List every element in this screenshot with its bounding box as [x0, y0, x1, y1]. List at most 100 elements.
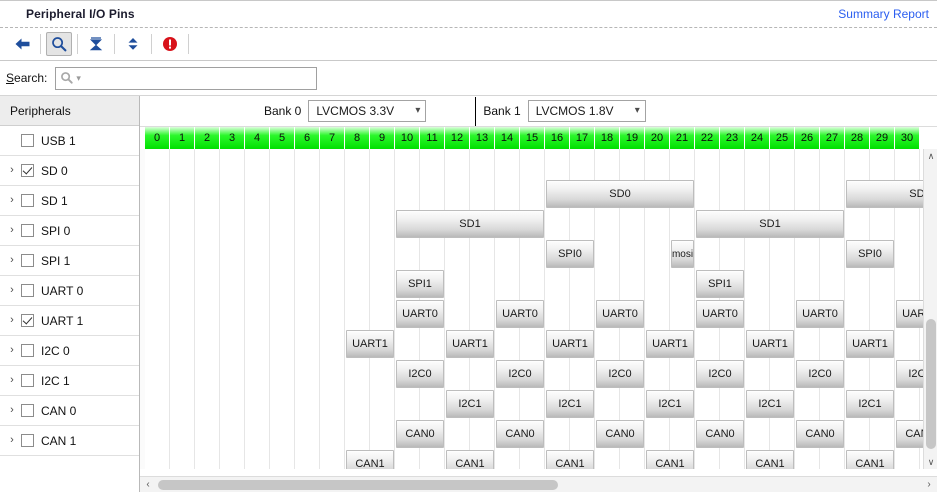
- grid-cell[interactable]: [420, 149, 445, 179]
- grid-cell[interactable]: [745, 239, 770, 269]
- pin-number-cell[interactable]: 24: [745, 127, 770, 149]
- grid-cell[interactable]: [245, 299, 270, 329]
- pin-number-cell[interactable]: 28: [845, 127, 870, 149]
- grid-cell[interactable]: [570, 269, 595, 299]
- grid-cell[interactable]: [270, 389, 295, 419]
- pin-number-cell[interactable]: 21: [670, 127, 695, 149]
- grid-cell[interactable]: [520, 329, 545, 359]
- grid-cell[interactable]: [795, 149, 820, 179]
- grid-cell[interactable]: [795, 389, 820, 419]
- vertical-scroll-thumb[interactable]: [926, 319, 936, 449]
- grid-cell[interactable]: [495, 269, 520, 299]
- sidebar-item-sd-0[interactable]: › SD 0: [0, 156, 139, 186]
- grid-cell[interactable]: [370, 209, 395, 239]
- pin-number-cell[interactable]: 23: [720, 127, 745, 149]
- expand-arrow-icon[interactable]: ›: [6, 285, 18, 296]
- grid-cell[interactable]: [395, 239, 420, 269]
- pin-number-cell[interactable]: 16: [545, 127, 570, 149]
- grid-cell[interactable]: [295, 329, 320, 359]
- sidebar-item-can-1[interactable]: › CAN 1: [0, 426, 139, 456]
- grid-cell[interactable]: [320, 269, 345, 299]
- grid-cell[interactable]: [320, 209, 345, 239]
- grid-cell[interactable]: [295, 209, 320, 239]
- search-box[interactable]: ▾: [55, 66, 318, 90]
- grid-cell[interactable]: [195, 329, 220, 359]
- pin-number-cell[interactable]: 15: [520, 127, 545, 149]
- grid-cell[interactable]: [820, 239, 845, 269]
- grid-cell[interactable]: [795, 449, 820, 469]
- grid-cell[interactable]: [195, 359, 220, 389]
- summary-report-link[interactable]: Summary Report: [838, 7, 929, 21]
- pin-number-cell[interactable]: 17: [570, 127, 595, 149]
- pin-block-can1[interactable]: CAN1: [646, 450, 694, 469]
- grid-cell[interactable]: [295, 359, 320, 389]
- pin-block-i2c0[interactable]: I2C0: [496, 360, 544, 388]
- grid-cell[interactable]: [220, 329, 245, 359]
- pin-number-cell[interactable]: 14: [495, 127, 520, 149]
- grid-cell[interactable]: [470, 359, 495, 389]
- pin-block-can0[interactable]: CAN0: [696, 420, 744, 448]
- pin-number-cell[interactable]: 4: [245, 127, 270, 149]
- expand-arrow-icon[interactable]: ›: [6, 165, 18, 176]
- pin-block-uart1[interactable]: UART1: [846, 330, 894, 358]
- search-icon[interactable]: [46, 32, 72, 56]
- grid-cell[interactable]: [345, 389, 370, 419]
- grid-cell[interactable]: [145, 179, 170, 209]
- error-icon[interactable]: [157, 32, 183, 56]
- grid-cell[interactable]: [420, 389, 445, 419]
- grid-cell[interactable]: [745, 419, 770, 449]
- scroll-up-arrow[interactable]: ∧: [924, 149, 937, 163]
- pin-block-can0[interactable]: CAN0: [496, 420, 544, 448]
- grid-cell[interactable]: [495, 329, 520, 359]
- grid-cell[interactable]: [545, 299, 570, 329]
- checkbox-can-1[interactable]: [21, 434, 34, 447]
- grid-cell[interactable]: [320, 299, 345, 329]
- pin-number-cell[interactable]: 19: [620, 127, 645, 149]
- grid-cell[interactable]: [170, 299, 195, 329]
- expand-arrow-icon[interactable]: ›: [6, 195, 18, 206]
- grid-cell[interactable]: [670, 149, 695, 179]
- grid-cell[interactable]: [720, 329, 745, 359]
- grid-cell[interactable]: [245, 239, 270, 269]
- expand-arrow-icon[interactable]: ›: [6, 435, 18, 446]
- horizontal-scrollbar[interactable]: ‹ ›: [140, 476, 937, 492]
- expand-arrow-icon[interactable]: ›: [6, 405, 18, 416]
- grid-cell[interactable]: [670, 209, 695, 239]
- grid-cell[interactable]: [370, 239, 395, 269]
- pin-block-i2c1[interactable]: I2C1: [446, 390, 494, 418]
- grid-cell[interactable]: [895, 269, 920, 299]
- grid-cell[interactable]: [895, 149, 920, 179]
- grid-cell[interactable]: [270, 239, 295, 269]
- grid-cell[interactable]: [895, 209, 920, 239]
- grid-cell[interactable]: [870, 419, 895, 449]
- pin-number-cell[interactable]: 26: [795, 127, 820, 149]
- pin-number-cell[interactable]: 7: [320, 127, 345, 149]
- expand-arrow-icon[interactable]: ›: [6, 375, 18, 386]
- grid-cell[interactable]: [820, 149, 845, 179]
- grid-cell[interactable]: [620, 329, 645, 359]
- grid-cell[interactable]: [820, 449, 845, 469]
- grid-cell[interactable]: [845, 149, 870, 179]
- grid-cell[interactable]: [670, 299, 695, 329]
- grid-cell[interactable]: [545, 149, 570, 179]
- pin-block-i2c0[interactable]: I2C0: [696, 360, 744, 388]
- grid-cell[interactable]: [520, 149, 545, 179]
- grid-cell[interactable]: [470, 269, 495, 299]
- grid-cell[interactable]: [370, 149, 395, 179]
- grid-cell[interactable]: [420, 329, 445, 359]
- pin-block-i2c0[interactable]: I2C0: [396, 360, 444, 388]
- grid-cell[interactable]: [595, 209, 620, 239]
- grid-cell[interactable]: [370, 269, 395, 299]
- pin-block-sd0[interactable]: SD0: [546, 180, 694, 208]
- grid-cell[interactable]: [770, 359, 795, 389]
- grid-cell[interactable]: [895, 239, 920, 269]
- pin-number-cell[interactable]: 11: [420, 127, 445, 149]
- scroll-right-arrow[interactable]: ›: [921, 479, 937, 490]
- grid-cell[interactable]: [145, 299, 170, 329]
- grid-cell[interactable]: [345, 359, 370, 389]
- grid-cell[interactable]: [420, 179, 445, 209]
- grid-cell[interactable]: [245, 329, 270, 359]
- grid-cell[interactable]: [470, 239, 495, 269]
- checkbox-spi-0[interactable]: [21, 224, 34, 237]
- sidebar-item-usb-1[interactable]: ›USB 1: [0, 126, 139, 156]
